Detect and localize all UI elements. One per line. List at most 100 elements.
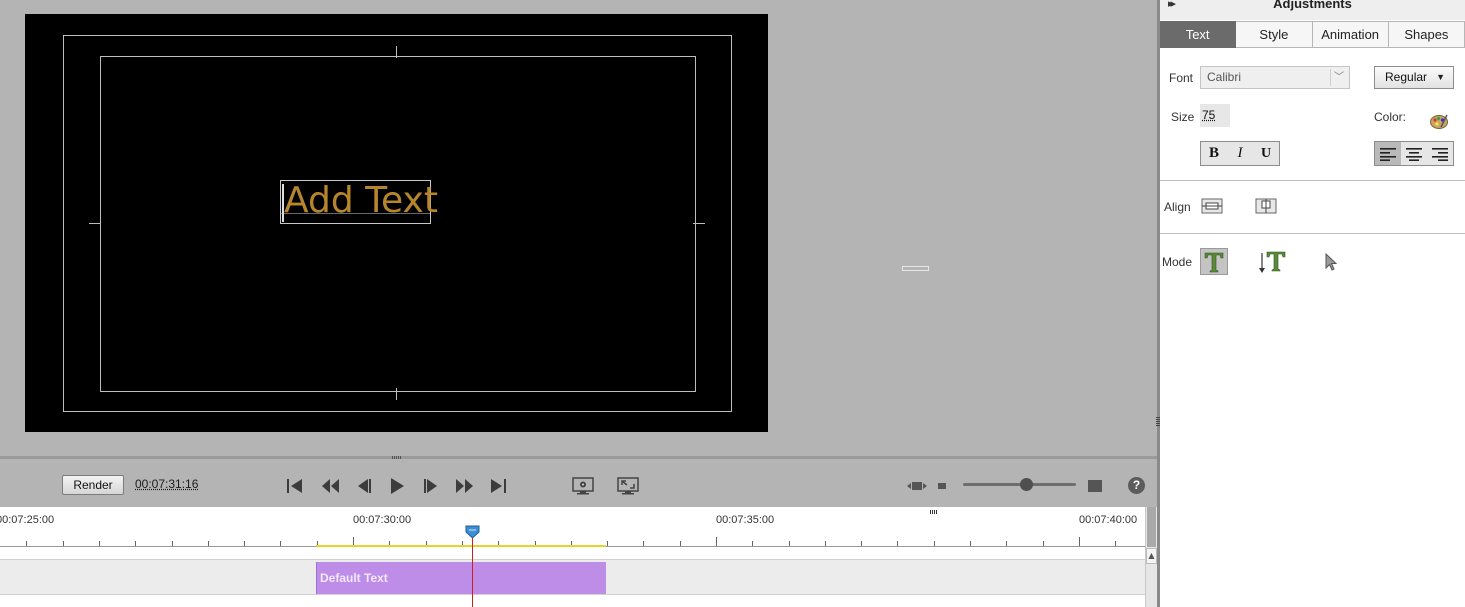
panel-title: Adjustments: [1273, 0, 1352, 11]
vertical-type-button[interactable]: [1258, 248, 1286, 275]
zoom-out-button[interactable]: [934, 475, 950, 497]
cursor-arrow-icon: [1325, 252, 1338, 271]
selection-tool-button[interactable]: [1320, 250, 1342, 274]
align-center-icon: [1406, 147, 1422, 161]
text-clip[interactable]: Default Text: [316, 562, 606, 594]
vertical-type-icon: [1259, 251, 1286, 273]
scroll-up-button[interactable]: ▲: [1146, 548, 1157, 564]
select-separator: [1330, 69, 1331, 86]
tab-style[interactable]: Style: [1236, 21, 1313, 48]
go-to-start-button[interactable]: [284, 475, 306, 497]
timeline[interactable]: 00:07:25:00 00:07:30:00 00:07:35:00 00:0…: [0, 507, 1145, 607]
ruler-grip[interactable]: [930, 510, 938, 514]
fit-timeline-icon: [907, 482, 927, 490]
go-to-end-icon: [491, 479, 506, 493]
play-icon: [391, 478, 404, 494]
go-to-start-icon: [287, 479, 302, 493]
monitor-expand-icon: [617, 477, 639, 495]
center-tick-bottom: [396, 388, 397, 400]
align-horizontal-center-icon: [1201, 198, 1223, 214]
playhead-line: [472, 534, 473, 607]
ruler-label: 00:07:35:00: [716, 514, 775, 526]
align-left-button[interactable]: [1375, 142, 1401, 165]
align-vertical-center-icon: [1255, 198, 1277, 214]
center-tick-right: [693, 223, 705, 224]
ruler-label: 00:07:30:00: [353, 514, 412, 526]
title-safe-guide: [100, 56, 696, 392]
zoom-in-icon: [1088, 480, 1102, 492]
zoom-to-fit-button[interactable]: [907, 475, 927, 497]
ruler-label: 00:07:25:00: [0, 514, 55, 526]
timeline-scrollbar[interactable]: ▲: [1145, 507, 1157, 607]
italic-button[interactable]: I: [1227, 142, 1253, 165]
size-label: Size: [1171, 110, 1195, 124]
monitor-resize-handle[interactable]: [902, 266, 929, 271]
tab-animation[interactable]: Animation: [1312, 21, 1389, 48]
rewind-button[interactable]: [319, 475, 341, 497]
timecode-display[interactable]: 00:07:31:16: [135, 477, 198, 491]
align-horizontal-center-button[interactable]: [1200, 196, 1224, 216]
align-label: Align: [1164, 200, 1191, 214]
fullscreen-preview-button[interactable]: [616, 475, 640, 497]
section-divider: [1160, 180, 1465, 181]
font-family-value: Calibri: [1207, 70, 1242, 84]
text-align-group: [1374, 141, 1454, 166]
font-family-select[interactable]: Calibri ﹀: [1200, 66, 1350, 89]
render-button[interactable]: Render: [62, 475, 124, 495]
scrollbar-thumb[interactable]: [1147, 507, 1156, 547]
monitor-gear-icon: [572, 477, 594, 495]
work-area-bar[interactable]: [316, 545, 606, 547]
transport-bar: Render 00:07:31:16 ?: [0, 459, 1157, 507]
adjustment-tabs: Text Style Animation Shapes: [1160, 21, 1465, 48]
font-size-input[interactable]: 75: [1200, 104, 1230, 127]
text-edit-box[interactable]: Add Text: [280, 180, 438, 224]
color-palette-icon[interactable]: [1429, 112, 1449, 130]
play-button[interactable]: [386, 475, 408, 497]
text-format-group: B I U: [1200, 141, 1280, 166]
font-style-value: Regular: [1385, 70, 1428, 84]
fast-forward-button[interactable]: [454, 475, 476, 497]
horizontal-type-button[interactable]: [1200, 248, 1228, 275]
font-style-select[interactable]: Regular ▼: [1374, 66, 1454, 89]
color-label: Color:: [1374, 110, 1407, 124]
step-back-icon: [358, 479, 371, 493]
bold-button[interactable]: B: [1201, 142, 1227, 165]
underline-button[interactable]: U: [1253, 142, 1279, 165]
clip-label: Default Text: [320, 571, 388, 585]
adjustments-panel: ▸▸ Adjustments Text Style Animation Shap…: [1160, 0, 1465, 607]
render-preview-settings-button[interactable]: [571, 475, 595, 497]
panel-header: ▸▸ Adjustments: [1160, 0, 1465, 20]
font-label: Font: [1169, 71, 1194, 85]
zoom-slider[interactable]: [963, 478, 1076, 491]
rewind-icon: [322, 479, 339, 493]
align-vertical-center-button[interactable]: [1254, 196, 1278, 216]
tab-text[interactable]: Text: [1160, 21, 1237, 48]
step-forward-button[interactable]: [420, 475, 442, 497]
program-canvas[interactable]: Add Text: [25, 14, 768, 432]
zoom-slider-thumb[interactable]: [1020, 478, 1034, 491]
align-center-button[interactable]: [1401, 142, 1427, 165]
align-right-icon: [1432, 147, 1448, 161]
time-ruler[interactable]: 00:07:25:00 00:07:30:00 00:07:35:00 00:0…: [0, 507, 1145, 547]
text-track: Default Text: [0, 559, 1145, 595]
fast-forward-icon: [456, 479, 473, 493]
step-forward-icon: [424, 479, 437, 493]
chevron-down-icon: ﹀: [1334, 72, 1344, 83]
help-button[interactable]: ?: [1128, 477, 1145, 494]
align-right-button[interactable]: [1427, 142, 1453, 165]
section-divider: [1160, 233, 1465, 234]
align-left-icon: [1380, 147, 1396, 161]
zoom-out-icon: [938, 483, 946, 489]
horizontal-type-icon: [1204, 252, 1224, 272]
step-back-button[interactable]: [353, 475, 375, 497]
center-tick-left: [89, 223, 101, 224]
go-to-end-button[interactable]: [487, 475, 509, 497]
mode-label: Mode: [1162, 255, 1193, 269]
playhead-handle[interactable]: [465, 525, 480, 539]
ruler-label: 00:07:40:00: [1079, 514, 1138, 526]
zoom-in-button[interactable]: [1084, 475, 1106, 497]
center-tick-top: [396, 46, 397, 58]
monitor-panel: Add Text: [0, 0, 1157, 456]
title-text[interactable]: Add Text: [284, 181, 438, 221]
tab-shapes[interactable]: Shapes: [1388, 21, 1465, 48]
